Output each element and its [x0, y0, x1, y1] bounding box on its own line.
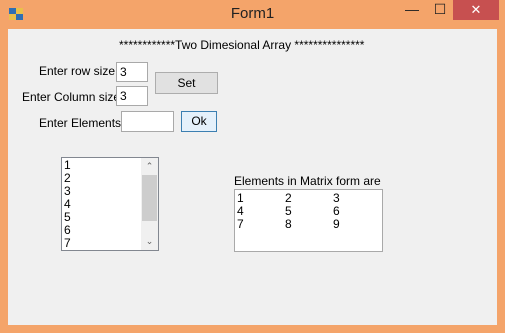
maximize-icon[interactable]: ☐ — [426, 0, 454, 20]
list-item[interactable]: 6 — [62, 224, 141, 237]
matrix-cell: 7 — [237, 217, 244, 231]
ok-button[interactable]: Ok — [181, 111, 217, 132]
form-client-area: ************Two Dimesional Array *******… — [8, 29, 497, 325]
scroll-down-icon[interactable]: ⌄ — [141, 233, 158, 250]
list-item[interactable]: 2 — [62, 172, 141, 185]
elements-list: 1 2 3 4 5 6 7 — [62, 159, 141, 250]
matrix-cell: 9 — [333, 217, 340, 231]
header-label: ************Two Dimesional Array *******… — [119, 38, 365, 52]
row-size-label: Enter row size — [39, 64, 116, 78]
column-size-input[interactable]: 3 — [116, 86, 148, 106]
column-size-label: Enter Column size — [22, 90, 121, 104]
list-item[interactable]: 7 — [62, 237, 141, 250]
title-bar[interactable]: Form1 — ☐ ✕ — [0, 0, 505, 29]
elements-input[interactable] — [121, 111, 174, 132]
elements-label: Enter Elements — [39, 116, 122, 130]
form1-window: Form1 — ☐ ✕ ************Two Dimesional A… — [0, 0, 505, 333]
close-icon[interactable]: ✕ — [453, 0, 499, 20]
row-size-input[interactable]: 3 — [116, 62, 148, 82]
list-item[interactable]: 5 — [62, 211, 141, 224]
scroll-up-icon[interactable]: ⌃ — [141, 158, 158, 175]
list-item[interactable]: 3 — [62, 185, 141, 198]
list-item[interactable]: 4 — [62, 198, 141, 211]
minimize-icon[interactable]: — — [398, 0, 426, 20]
vertical-scrollbar[interactable]: ⌃ ⌄ — [141, 158, 158, 250]
elements-listbox[interactable]: 1 2 3 4 5 6 7 ⌃ ⌄ — [61, 157, 159, 251]
list-item[interactable]: 1 — [62, 159, 141, 172]
set-button[interactable]: Set — [155, 72, 218, 94]
matrix-textbox[interactable]: 1 2 3 4 5 6 7 8 9 — [234, 189, 383, 252]
matrix-cell: 8 — [285, 217, 292, 231]
scroll-thumb[interactable] — [142, 175, 157, 221]
matrix-label: Elements in Matrix form are — [234, 174, 381, 188]
